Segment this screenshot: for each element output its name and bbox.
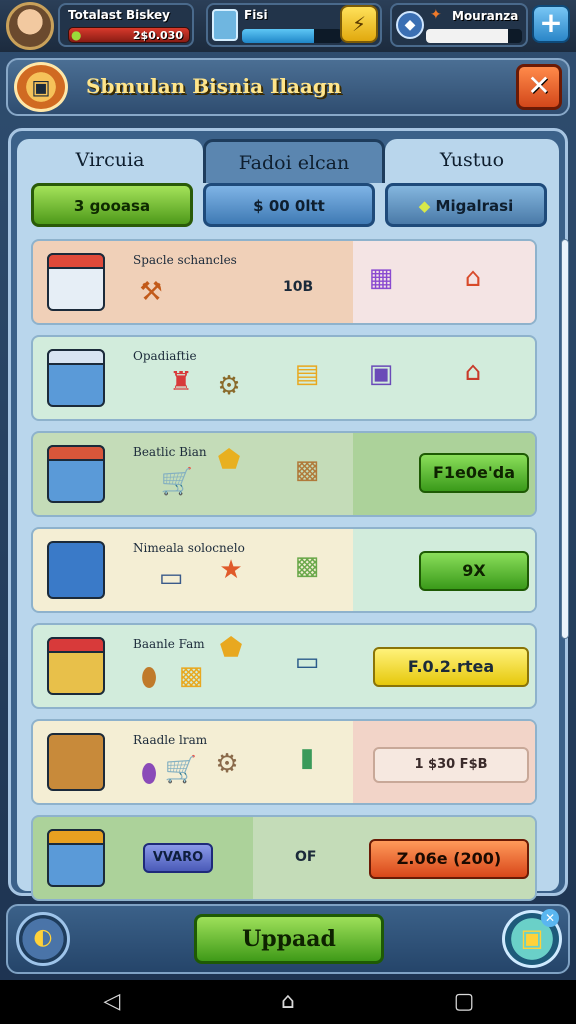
row-name: Opadiaftie (133, 349, 197, 363)
tab-bar: Vircuia Fadoi elcan Yustuo (17, 139, 559, 183)
business-list: Spacle schancles ⚒ 10B ▦ ⌂ Opadiaftie ♜ … (17, 235, 559, 901)
list-item[interactable]: Nimeala solocnelo ▭ ★ ▩ 9X (31, 527, 537, 613)
subtab-3-label: Migalrasi (435, 197, 514, 215)
tool-icon: ⚒ (139, 277, 163, 307)
subtab-1-button[interactable]: 3 gooasa (31, 183, 193, 227)
gear-icon: ⚙ (215, 749, 239, 779)
shop-building-icon (47, 829, 105, 887)
shop-cube-icon (47, 541, 105, 599)
gems-label: Mouranza (452, 9, 519, 23)
coin-stack-icon: ⚙ (217, 371, 241, 401)
row-action-button[interactable]: F.0.2.rtea (373, 647, 529, 687)
tab-3[interactable]: Yustuo (385, 139, 559, 183)
list-item[interactable]: Opadiaftie ♜ ⚙ ▤ ▣ ⌂ (31, 335, 537, 421)
coin-icon: ● (71, 28, 82, 42)
book-icon: ▮ (299, 743, 315, 773)
subtab-bar: 3 gooasa $ 00 0ltt ◆ Migalrasi (17, 183, 559, 235)
list-item[interactable]: Beatlic Bian 🛒 ⬟ ▩ F1e0e'da (31, 431, 537, 517)
close-badge-icon[interactable]: ✕ (541, 909, 559, 927)
recents-icon[interactable]: ▢ (444, 986, 484, 1018)
coin-bag-button[interactable]: ◐ (16, 912, 70, 966)
upgrade-button[interactable]: Uppaad (194, 914, 384, 964)
shop-stall-icon (47, 349, 105, 407)
row-value: OF (295, 849, 317, 865)
badge-icon: ⬟ (217, 445, 241, 475)
register-icon: ▣ (368, 359, 394, 389)
shop-building-icon (47, 253, 105, 311)
store-icon: ⌂ (464, 357, 482, 387)
list-item[interactable]: Raadle lram ⬮ 🛒 ⚙ ▮ 1 $30 F$B (31, 719, 537, 805)
gems-bar (426, 29, 522, 43)
main-panel: Vircuia Fadoi elcan Yustuo 3 gooasa $ 00… (8, 128, 569, 901)
list-item[interactable]: Baanle Fam ⬮ ▩ ⬟ ▭ F.0.2.rtea (31, 623, 537, 709)
player-avatar[interactable] (6, 2, 54, 50)
bottom-action-bar: ◐ Uppaad ▣ ✕ (6, 904, 570, 974)
tab-2-active[interactable]: Fadoi elcan (203, 139, 385, 183)
card-icon: ▭ (158, 563, 184, 593)
jar-icon: ⬮ (140, 663, 158, 693)
list-item[interactable]: VVARO OF Z.06e (200) (31, 815, 537, 901)
row-action-button[interactable]: 9X (419, 551, 529, 591)
store-icon: ⌂ (464, 263, 482, 293)
home-icon[interactable]: ⌂ (268, 986, 308, 1018)
row-action-button[interactable]: F1e0e'da (419, 453, 529, 493)
energy-label: Fisi (244, 8, 268, 22)
row-name: Beatlic Bian (133, 445, 207, 459)
money-bar: ● 2$0.030 (68, 27, 190, 43)
cart-icon: ♜ (169, 367, 193, 397)
close-button[interactable]: ✕ (516, 64, 562, 110)
shop-building-icon (47, 445, 105, 503)
shop-register-icon: ▣ (14, 62, 68, 112)
row-action-button[interactable]: 1 $30 F$B (373, 747, 529, 783)
shop-building-icon (47, 637, 105, 695)
money-value: 2$0.030 (132, 29, 183, 42)
subtab-2-button[interactable]: $ 00 0ltt (203, 183, 375, 227)
clipboard-icon: ▤ (294, 359, 320, 389)
laptop-icon: ▭ (294, 647, 320, 677)
gem-icon: ◆ (396, 11, 424, 39)
add-currency-button[interactable]: + (532, 5, 570, 43)
crate-icon: ▩ (294, 551, 320, 581)
page-title: Sbmulan Bisnia Ilaagn (86, 74, 342, 98)
row-badge[interactable]: VVARO (143, 843, 213, 873)
bottle-icon: ⬮ (140, 759, 158, 789)
row-name: Spacle schancles (133, 253, 237, 267)
market-stall-icon: ▦ (368, 263, 394, 293)
row-value: 10B (283, 279, 314, 295)
crate-icon: ▩ (178, 661, 204, 691)
subtab-3-button[interactable]: ◆ Migalrasi (385, 183, 547, 227)
gems-box: ◆ ✦ Mouranza (390, 3, 528, 47)
shopping-cart-icon: 🛒 (160, 467, 194, 497)
boost-button[interactable]: ⚡ (340, 5, 378, 43)
android-nav-bar: ◁ ⌂ ▢ (0, 980, 576, 1024)
top-status-bar: Totalast Biskey ● 2$0.030 Fisi ⚡ ◆ ✦ Mou… (0, 0, 576, 52)
list-scrollbar[interactable] (561, 239, 569, 639)
shop-crate-icon (47, 733, 105, 791)
tag-icon: ◆ (418, 197, 431, 215)
star-icon: ★ (219, 555, 243, 585)
box-icon: ▩ (294, 455, 320, 485)
row-name: Raadle lram (133, 733, 208, 747)
back-icon[interactable]: ◁ (92, 986, 132, 1018)
spark-icon: ✦ (430, 7, 442, 23)
list-item[interactable]: Spacle schancles ⚒ 10B ▦ ⌂ (31, 239, 537, 325)
energy-icon (212, 9, 238, 41)
row-name: Baanle Fam (133, 637, 205, 651)
register-button[interactable]: ▣ ✕ (502, 909, 562, 968)
row-action-button[interactable]: Z.06e (200) (369, 839, 529, 879)
title-bar: ▣ Sbmulan Bisnia Ilaagn ✕ (6, 58, 570, 116)
tab-1[interactable]: Vircuia (17, 139, 203, 183)
badge-icon: ⬟ (219, 633, 243, 663)
player-name: Totalast Biskey (68, 8, 170, 22)
player-info-box: Totalast Biskey ● 2$0.030 (58, 3, 194, 47)
shopping-cart-icon: 🛒 (164, 755, 198, 785)
energy-bar (242, 29, 342, 43)
energy-bar-fill (242, 29, 314, 43)
row-name: Nimeala solocnelo (133, 541, 245, 555)
gems-bar-fill (426, 29, 508, 43)
